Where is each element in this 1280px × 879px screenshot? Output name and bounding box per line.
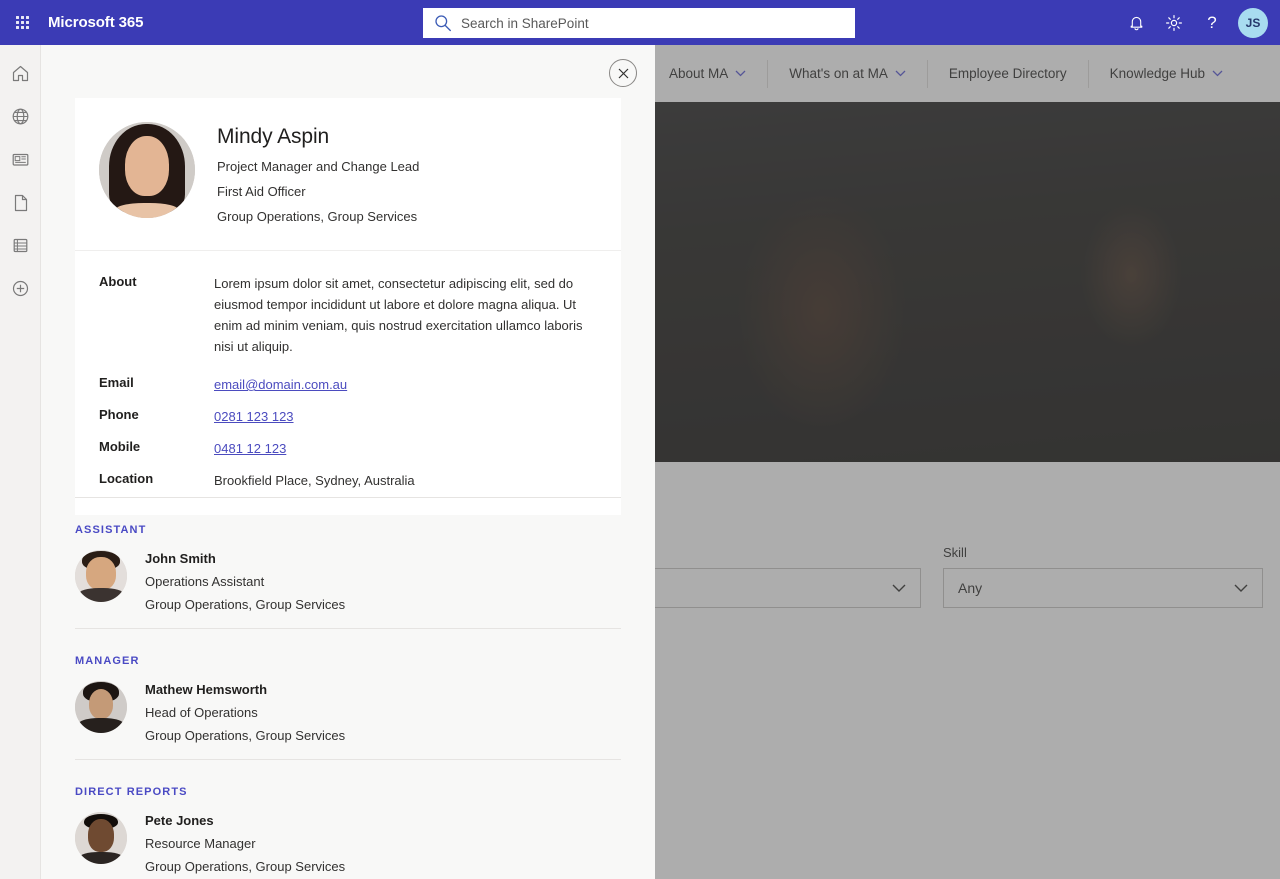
rail-item-files[interactable] xyxy=(0,181,41,224)
page-title: Mindy Aspin xyxy=(217,125,330,148)
person-title: Head of Operations xyxy=(145,705,258,720)
help-label: ? xyxy=(1207,12,1217,32)
person-title: Resource Manager xyxy=(145,836,256,851)
section-divider xyxy=(75,628,621,629)
section-title: MANAGER xyxy=(75,655,140,667)
detail-row-about: About Lorem ipsum dolor sit amet, consec… xyxy=(99,273,595,357)
detail-value: 0481 12 123 xyxy=(214,438,286,459)
page-icon xyxy=(14,194,28,212)
avatar xyxy=(75,550,127,602)
section-title: ASSISTANT xyxy=(75,524,147,536)
list-item[interactable]: Pete Jones Resource Manager Group Operat… xyxy=(75,812,621,874)
search-input[interactable] xyxy=(453,15,845,31)
profile-details: About Lorem ipsum dolor sit amet, consec… xyxy=(75,251,621,515)
section-divider xyxy=(75,497,621,498)
rail-item-home[interactable] xyxy=(0,52,41,95)
rail-item-create[interactable] xyxy=(0,267,41,310)
search-icon xyxy=(435,15,451,32)
list-icon xyxy=(13,238,28,253)
profile-panel-scroll[interactable]: Mindy Aspin Project Manager and Change L… xyxy=(41,45,655,879)
detail-label: Location xyxy=(99,471,154,486)
section-direct-reports: DIRECT REPORTS Pete Jones Resource Manag… xyxy=(41,786,655,879)
gear-icon xyxy=(1166,14,1182,31)
detail-value: 0281 123 123 xyxy=(214,406,294,427)
section-assistant: ASSISTANT John Smith Operations Assistan… xyxy=(41,524,655,612)
bell-icon xyxy=(1130,16,1142,31)
list-item-text: John Smith Operations Assistant Group Op… xyxy=(127,550,345,612)
detail-row-location: Location Brookfield Place, Sydney, Austr… xyxy=(99,470,595,491)
waffle-icon xyxy=(15,16,29,29)
person-department: Group Operations, Group Services xyxy=(145,597,346,612)
profile-job-title: Project Manager and Change Lead xyxy=(217,159,420,174)
detail-label: Mobile xyxy=(99,439,141,454)
rail-item-lists[interactable] xyxy=(0,224,41,267)
profile-department: Group Operations, Group Services xyxy=(217,209,418,224)
profile-role: First Aid Officer xyxy=(217,184,306,199)
profile-avatar xyxy=(99,122,195,218)
close-icon xyxy=(618,68,628,78)
person-department: Group Operations, Group Services xyxy=(145,728,346,743)
section-title: DIRECT REPORTS xyxy=(75,786,188,798)
suite-actions: ? JS xyxy=(1118,0,1272,45)
detail-label: About xyxy=(99,274,137,289)
person-name: John Smith xyxy=(145,551,216,566)
email-link[interactable]: email@domain.com.au xyxy=(214,377,347,392)
avatar xyxy=(75,812,127,864)
profile-panel: Mindy Aspin Project Manager and Change L… xyxy=(41,45,655,879)
rail-item-sites[interactable] xyxy=(0,95,41,138)
avatar-initials: JS xyxy=(1245,15,1261,30)
detail-label: Email xyxy=(99,375,134,390)
list-item-text: Mathew Hemsworth Head of Operations Grou… xyxy=(127,681,345,743)
profile-header: Mindy Aspin Project Manager and Change L… xyxy=(75,98,621,251)
detail-row-phone: Phone 0281 123 123 xyxy=(99,406,595,427)
search-box[interactable] xyxy=(423,8,855,38)
news-icon xyxy=(12,153,29,166)
settings-button[interactable] xyxy=(1156,5,1192,41)
detail-value: Lorem ipsum dolor sit amet, consectetur … xyxy=(214,276,583,354)
close-button[interactable] xyxy=(609,59,637,87)
profile-header-text: Mindy Aspin Project Manager and Change L… xyxy=(195,122,419,224)
avatar[interactable]: JS xyxy=(1238,7,1268,38)
detail-value: email@domain.com.au xyxy=(214,374,347,395)
person-name: Mathew Hemsworth xyxy=(145,682,268,697)
app-launcher-button[interactable] xyxy=(0,0,44,45)
person-department: Group Operations, Group Services xyxy=(145,859,346,874)
app-rail xyxy=(0,45,41,879)
avatar xyxy=(75,681,127,733)
globe-icon xyxy=(12,108,29,125)
suite-header: Microsoft 365 ? JS xyxy=(0,0,1280,45)
notifications-button[interactable] xyxy=(1118,5,1154,41)
person-name: Pete Jones xyxy=(145,813,214,828)
plus-circle-icon xyxy=(12,280,29,297)
detail-row-mobile: Mobile 0481 12 123 xyxy=(99,438,595,459)
detail-label: Phone xyxy=(99,407,139,422)
profile-card: Mindy Aspin Project Manager and Change L… xyxy=(75,98,621,515)
suite-title: Microsoft 365 xyxy=(48,14,144,31)
help-button[interactable]: ? xyxy=(1194,5,1230,41)
phone-link[interactable]: 0281 123 123 xyxy=(214,409,294,424)
detail-row-email: Email email@domain.com.au xyxy=(99,374,595,395)
rail-item-news[interactable] xyxy=(0,138,41,181)
list-item-text: Pete Jones Resource Manager Group Operat… xyxy=(127,812,345,874)
mobile-link[interactable]: 0481 12 123 xyxy=(214,441,286,456)
home-icon xyxy=(12,65,29,82)
section-divider xyxy=(75,759,621,760)
detail-value: Brookfield Place, Sydney, Australia xyxy=(214,473,415,488)
list-item[interactable]: Mathew Hemsworth Head of Operations Grou… xyxy=(75,681,621,743)
person-title: Operations Assistant xyxy=(145,574,265,589)
list-item[interactable]: John Smith Operations Assistant Group Op… xyxy=(75,550,621,612)
section-manager: MANAGER Mathew Hemsworth Head of Operati… xyxy=(41,655,655,743)
